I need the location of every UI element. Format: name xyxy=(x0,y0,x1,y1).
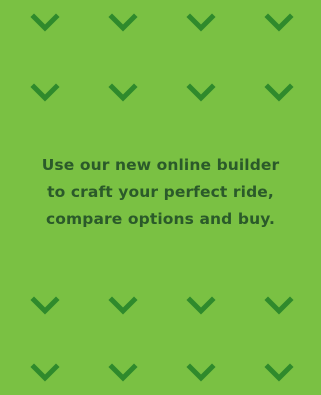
chevron-row-3 xyxy=(0,295,321,321)
chevron-down-icon xyxy=(30,362,60,384)
chevron-down-icon xyxy=(264,362,294,384)
chevron-down-icon xyxy=(264,295,294,317)
chevron-down-icon xyxy=(186,362,216,384)
promo-message-line-1: Use our new online builder xyxy=(41,156,280,174)
chevron-down-icon xyxy=(108,362,138,384)
chevron-down-icon xyxy=(30,82,60,104)
chevron-row-4 xyxy=(0,362,321,388)
chevron-down-icon xyxy=(186,295,216,317)
chevron-row-1 xyxy=(0,12,321,38)
promo-message: Use our new online builder to craft your… xyxy=(0,152,321,233)
chevron-down-icon xyxy=(108,12,138,34)
promo-message-line-3: compare options and buy. xyxy=(46,210,275,228)
chevron-down-icon xyxy=(108,82,138,104)
promo-banner[interactable]: Use our new online builder to craft your… xyxy=(0,0,321,395)
chevron-down-icon xyxy=(264,12,294,34)
chevron-down-icon xyxy=(30,12,60,34)
chevron-down-icon xyxy=(30,295,60,317)
promo-message-line-2: to craft your perfect ride, xyxy=(47,183,274,201)
chevron-down-icon xyxy=(264,82,294,104)
chevron-down-icon xyxy=(186,12,216,34)
chevron-down-icon xyxy=(186,82,216,104)
chevron-row-2 xyxy=(0,82,321,108)
chevron-down-icon xyxy=(108,295,138,317)
